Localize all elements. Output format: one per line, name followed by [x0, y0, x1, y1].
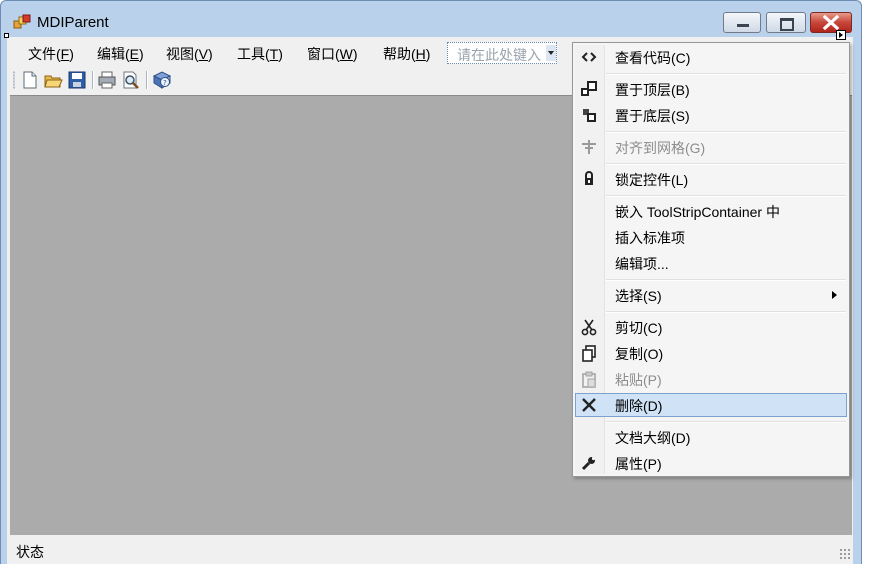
context-menu: 查看代码(C) 置于顶层(B) 置于底层(S) 对齐到网格(G) 锁定控件(L)…: [572, 42, 850, 477]
svg-text:?: ?: [163, 79, 167, 87]
copy-icon: [582, 345, 596, 362]
view-code-icon: [581, 52, 597, 62]
save-icon[interactable]: [67, 70, 87, 90]
menu-item-delete[interactable]: 删除(D): [575, 393, 847, 417]
delete-icon: [582, 398, 596, 412]
menu-edit-key: E: [129, 46, 140, 62]
menu-item-label: 插入标准项: [615, 230, 685, 246]
menu-file-key: F: [60, 46, 70, 62]
toolbar-separator: [92, 71, 94, 89]
menu-help-text: 帮助(: [383, 46, 416, 62]
help-icon[interactable]: ?: [152, 70, 172, 90]
print-preview-icon[interactable]: [121, 70, 141, 90]
menu-item-label: 置于顶层(B): [615, 82, 690, 98]
title-bar[interactable]: MDIParent: [1, 1, 861, 37]
menu-item-label: 嵌入 ToolStripContainer 中: [615, 204, 780, 220]
print-icon[interactable]: [97, 70, 117, 90]
menu-item-properties[interactable]: 属性(P): [575, 451, 847, 475]
menu-view-end: ): [208, 46, 213, 62]
menu-file-end: ): [69, 46, 74, 62]
menu-separator: [606, 131, 846, 133]
menu-separator: [606, 195, 846, 197]
menu-item-label: 查看代码(C): [615, 50, 691, 66]
menu-item-edit-items[interactable]: 编辑项...: [575, 251, 847, 275]
menu-view-text: 视图(: [166, 46, 199, 62]
menu-separator: [606, 73, 846, 75]
menu-item-align-to-grid[interactable]: 对齐到网格(G): [575, 135, 847, 159]
type-here-placeholder: 请在此处键入: [457, 47, 541, 63]
menu-item-paste[interactable]: 粘贴(P): [575, 367, 847, 391]
menu-edit[interactable]: 编辑(E): [97, 44, 144, 64]
menu-edit-end: ): [139, 46, 144, 62]
paste-icon: [582, 371, 596, 388]
menu-item-label: 编辑项...: [615, 256, 669, 272]
menu-help-key: H: [415, 46, 426, 62]
menu-item-label: 复制(O): [615, 346, 664, 362]
menu-item-bring-to-front[interactable]: 置于顶层(B): [575, 77, 847, 101]
window-title: MDIParent: [37, 14, 109, 31]
maximize-icon: [780, 18, 794, 31]
menu-item-copy[interactable]: 复制(O): [575, 341, 847, 365]
menu-item-label: 文档大纲(D): [615, 430, 691, 446]
smart-tag-glyph[interactable]: [836, 30, 846, 40]
menu-tools-text: 工具(: [237, 46, 270, 62]
maximize-button[interactable]: [766, 12, 806, 33]
menu-help-end: ): [425, 46, 431, 62]
menu-window-end: ): [352, 46, 358, 62]
wrench-icon: [581, 456, 596, 471]
menu-file[interactable]: 文件(F): [28, 44, 74, 64]
menu-window[interactable]: 窗口(W): [307, 44, 358, 64]
chevron-down-icon[interactable]: [546, 45, 556, 61]
menu-separator: [606, 279, 846, 281]
align-to-grid-icon: [582, 140, 596, 154]
menu-item-send-to-back[interactable]: 置于底层(S): [575, 103, 847, 127]
menu-item-cut[interactable]: 剪切(C): [575, 315, 847, 339]
menu-item-select[interactable]: 选择(S): [575, 283, 847, 307]
status-strip: 状态: [7, 536, 853, 564]
menu-help[interactable]: 帮助(H): [383, 44, 430, 64]
menu-separator: [606, 163, 846, 165]
menu-separator: [606, 421, 846, 423]
minimize-button[interactable]: [723, 12, 761, 33]
app-icon: [13, 14, 31, 29]
menu-window-text: 窗口(: [307, 46, 340, 62]
menu-view[interactable]: 视图(V): [166, 44, 213, 64]
menu-item-label: 锁定控件(L): [615, 172, 689, 188]
menu-window-key: W: [339, 46, 353, 62]
type-here-box[interactable]: 请在此处键入: [447, 42, 557, 64]
toolbar-separator: [146, 71, 148, 89]
menu-tools[interactable]: 工具(T): [237, 44, 283, 64]
menu-tools-end: ): [278, 46, 283, 62]
toolbar-grip[interactable]: [13, 71, 15, 89]
menu-separator: [606, 311, 846, 313]
menu-view-key: V: [198, 46, 209, 62]
menu-tools-key: T: [269, 46, 279, 62]
menu-item-label: 删除(D): [615, 398, 663, 414]
menu-item-label: 置于底层(S): [615, 108, 690, 124]
menu-item-embed-container[interactable]: 嵌入 ToolStripContainer 中: [575, 199, 847, 223]
menu-item-label: 选择(S): [615, 288, 662, 304]
menu-item-label: 剪切(C): [615, 320, 663, 336]
size-grip[interactable]: [839, 548, 851, 560]
tool-strip: ?: [10, 68, 572, 92]
scissors-icon: [581, 319, 597, 336]
submenu-arrow-icon: [832, 291, 837, 299]
new-document-icon[interactable]: [20, 70, 40, 90]
status-label: 状态: [16, 544, 44, 560]
send-to-back-icon: [583, 109, 596, 122]
menu-edit-text: 编辑(: [97, 46, 130, 62]
bring-to-front-icon: [581, 81, 597, 96]
minimize-icon: [737, 24, 749, 27]
menu-item-label: 对齐到网格(G): [615, 140, 706, 156]
menu-file-text: 文件(: [28, 46, 61, 62]
selection-handle-left[interactable]: [4, 33, 9, 38]
menu-item-view-code[interactable]: 查看代码(C): [575, 45, 847, 69]
menu-item-document-outline[interactable]: 文档大纲(D): [575, 425, 847, 449]
menu-item-label: 属性(P): [615, 456, 662, 472]
menu-item-lock-controls[interactable]: 锁定控件(L): [575, 167, 847, 191]
menu-item-label: 粘贴(P): [615, 372, 662, 388]
lock-icon: [585, 171, 593, 185]
menu-item-insert-standard[interactable]: 插入标准项: [575, 225, 847, 249]
open-folder-icon[interactable]: [43, 70, 63, 90]
